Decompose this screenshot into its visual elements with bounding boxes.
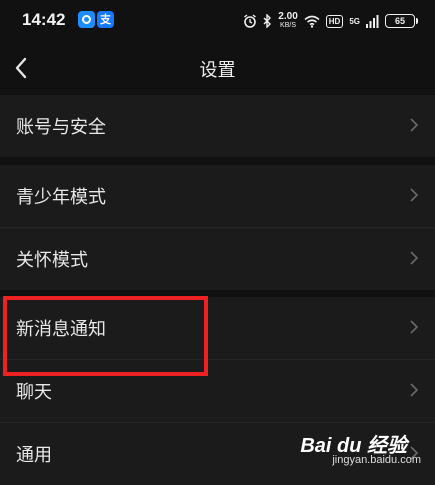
settings-group-general: 新消息通知 聊天 通用 bbox=[0, 297, 435, 485]
settings-item-label: 新消息通知 bbox=[16, 319, 106, 340]
settings-item-label: 青少年模式 bbox=[16, 187, 106, 208]
settings-item-label: 通用 bbox=[16, 445, 52, 466]
status-icons: 2.00 KB/S HD 5G 65 bbox=[243, 11, 418, 31]
chevron-right-icon bbox=[410, 251, 419, 265]
bluetooth-icon bbox=[263, 14, 272, 28]
alipay-icon: 支 bbox=[97, 11, 114, 28]
settings-group-account: 账号与安全 bbox=[0, 95, 435, 157]
settings-item-care-mode[interactable]: 关怀模式 bbox=[0, 228, 435, 290]
notification-app-icon bbox=[78, 11, 95, 28]
clock-time: 14:42 bbox=[22, 10, 66, 29]
hd-voice-badge: HD bbox=[325, 14, 344, 28]
page-title: 设置 bbox=[199, 60, 236, 81]
settings-item-label: 账号与安全 bbox=[16, 117, 106, 138]
settings-item-chat[interactable]: 聊天 bbox=[0, 360, 435, 423]
signal-label: 5G bbox=[349, 16, 360, 26]
chevron-right-icon bbox=[410, 383, 419, 397]
wifi-icon bbox=[304, 15, 320, 28]
settings-item-label: 聊天 bbox=[16, 382, 52, 403]
chevron-right-icon bbox=[410, 188, 419, 202]
status-bar: 14:42 支 2.00 KB/S HD 5G 65 bbox=[0, 0, 435, 42]
chevron-right-icon bbox=[410, 320, 419, 334]
settings-item-label: 关怀模式 bbox=[16, 250, 88, 271]
settings-group-modes: 青少年模式 关怀模式 bbox=[0, 165, 435, 290]
battery-indicator: 65 bbox=[385, 14, 418, 28]
settings-item-new-message-notify[interactable]: 新消息通知 bbox=[0, 297, 435, 360]
chevron-right-icon bbox=[410, 118, 419, 132]
settings-item-teen-mode[interactable]: 青少年模式 bbox=[0, 165, 435, 228]
settings-item-general[interactable]: 通用 bbox=[0, 423, 435, 485]
chevron-right-icon bbox=[410, 446, 419, 460]
settings-header: 设置 bbox=[0, 42, 435, 94]
network-speed: 2.00 KB/S bbox=[278, 11, 298, 30]
settings-item-account-security[interactable]: 账号与安全 bbox=[0, 95, 435, 157]
alarm-icon bbox=[244, 14, 257, 28]
signal-icon bbox=[366, 14, 379, 28]
